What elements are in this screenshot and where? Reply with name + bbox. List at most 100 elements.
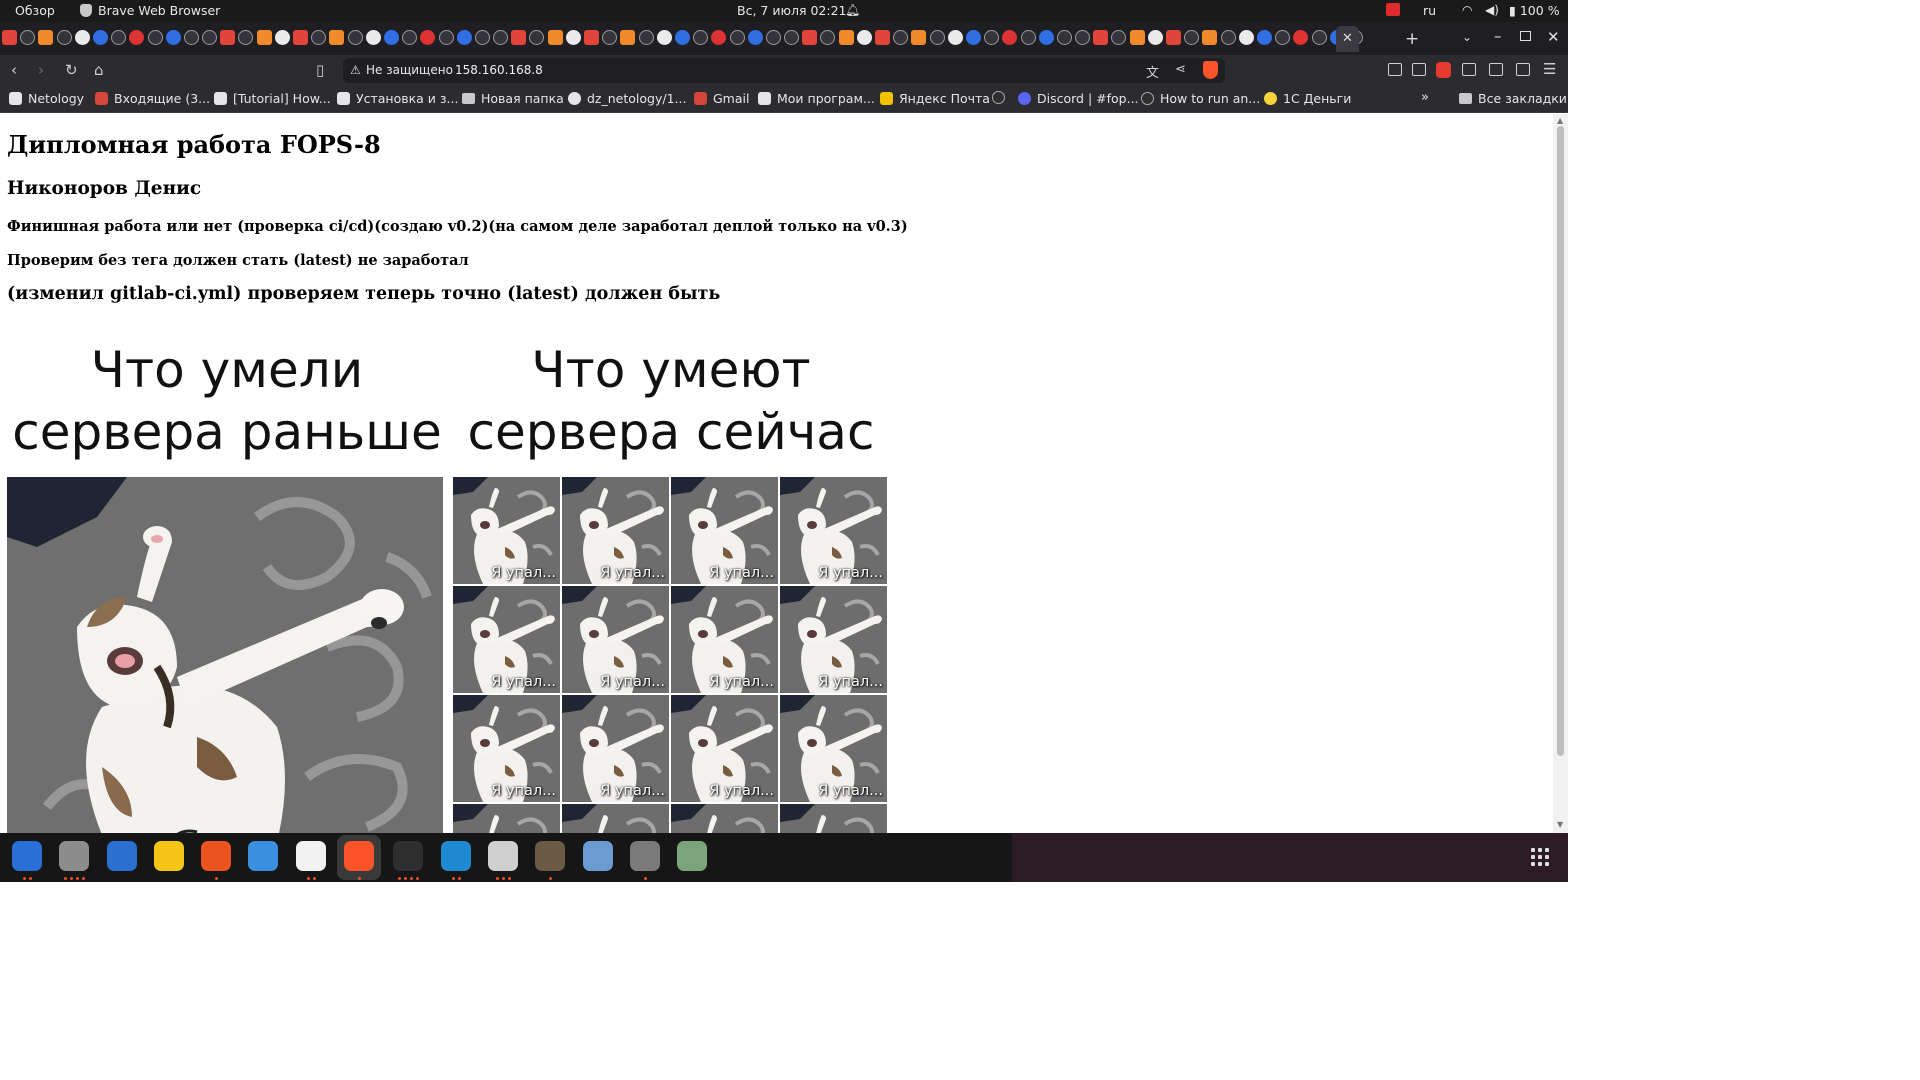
tab-favicon-icon[interactable] — [674, 30, 690, 45]
rhythmbox-icon[interactable] — [154, 841, 184, 871]
tab-favicon-icon[interactable] — [838, 30, 854, 45]
tab-favicon-icon[interactable] — [1111, 30, 1127, 45]
brave-icon[interactable] — [344, 841, 374, 871]
menu-icon[interactable]: ☰ — [1543, 60, 1556, 78]
share-icon[interactable]: ⋖ — [1175, 62, 1186, 77]
more-bookmarks-icon[interactable]: » — [1421, 90, 1429, 105]
wifi-icon[interactable]: ◠ — [1462, 3, 1472, 17]
home-icon[interactable]: ⌂ — [94, 61, 104, 79]
page-scrollbar[interactable]: ▲ ▼ — [1553, 114, 1568, 833]
tab-favicon-icon[interactable] — [347, 30, 363, 45]
tab-favicon-icon[interactable] — [402, 30, 418, 45]
bookmark-netology[interactable]: Netology — [9, 91, 84, 106]
tab-favicon-icon[interactable] — [329, 30, 345, 45]
tab-favicon-icon[interactable] — [74, 30, 90, 45]
text-editor-icon[interactable] — [296, 841, 326, 871]
tab-favicon-icon[interactable] — [20, 30, 36, 45]
close-tab-icon[interactable]: ✕ — [1342, 31, 1353, 46]
bookmark-yandex-mail[interactable]: Яндекс Почта — [880, 91, 990, 106]
tab-favicon-icon[interactable] — [565, 30, 581, 45]
screen-record-icon[interactable] — [1386, 3, 1400, 16]
tab-favicon-icon[interactable] — [474, 30, 490, 45]
battery-indicator[interactable]: ▮ 100 % — [1509, 3, 1560, 18]
scrollbar-thumb[interactable] — [1557, 126, 1564, 756]
bookmark-install[interactable]: Установка и з... — [337, 91, 458, 106]
tab-favicon-icon[interactable] — [965, 30, 981, 45]
media-icon[interactable] — [1388, 63, 1402, 76]
translate-extension-icon[interactable] — [1412, 63, 1426, 76]
tab-favicon-icon[interactable] — [220, 30, 236, 45]
tab-favicon-icon[interactable] — [2, 30, 17, 45]
tab-favicon-icon[interactable] — [92, 30, 108, 45]
ssd-drive-icon[interactable] — [630, 841, 660, 871]
bookmark-globe[interactable] — [992, 91, 1011, 104]
reload-icon[interactable]: ↻ — [65, 61, 78, 79]
tab-favicon-icon[interactable] — [893, 30, 909, 45]
tab-favicon-icon[interactable] — [238, 30, 254, 45]
close-window-icon[interactable]: ✕ — [1547, 28, 1560, 46]
tab-favicon-icon[interactable] — [784, 30, 800, 45]
tab-favicon-icon[interactable] — [620, 30, 636, 45]
notification-bell-icon[interactable]: 🔔︎ — [845, 3, 860, 17]
tab-favicon-icon[interactable] — [820, 30, 836, 45]
tab-favicon-icon[interactable] — [929, 30, 945, 45]
sidebar-icon[interactable] — [1489, 63, 1503, 76]
tab-favicon-icon[interactable] — [1220, 30, 1236, 45]
virtualbox-icon[interactable] — [583, 841, 613, 871]
tab-favicon-icon[interactable] — [1075, 30, 1091, 45]
tab-favicon-icon[interactable] — [147, 30, 163, 45]
tab-favicon-icon[interactable] — [729, 30, 745, 45]
tab-favicon-icon[interactable] — [165, 30, 181, 45]
bookmark-my-programs[interactable]: Мои програм... — [758, 91, 875, 106]
libreoffice-writer-icon[interactable] — [107, 841, 137, 871]
tab-favicon-icon[interactable] — [1056, 30, 1072, 45]
tab-favicon-icon[interactable] — [765, 30, 781, 45]
active-tab[interactable]: ✕ — [1336, 26, 1359, 52]
bookmark-page-icon[interactable]: ▯ — [316, 61, 324, 79]
help-icon[interactable] — [248, 841, 278, 871]
tab-favicon-icon[interactable] — [602, 30, 618, 45]
tab-favicon-icon[interactable] — [693, 30, 709, 45]
tab-favicon-icon[interactable] — [1184, 30, 1200, 45]
tab-favicon-icon[interactable] — [365, 30, 381, 45]
terminal-icon[interactable] — [393, 841, 423, 871]
tab-favicon-icon[interactable] — [274, 30, 290, 45]
tab-favicon-icon[interactable] — [1275, 30, 1291, 45]
app-center-icon[interactable] — [201, 841, 231, 871]
tab-favicon-icon[interactable] — [456, 30, 472, 45]
clock[interactable]: Вс, 7 июля 02:21 — [737, 3, 846, 18]
brave-shields-icon[interactable] — [1203, 61, 1218, 79]
tab-favicon-icon[interactable] — [383, 30, 399, 45]
minimize-icon[interactable]: – — [1494, 27, 1502, 45]
vscode-icon[interactable] — [441, 841, 471, 871]
forward-arrow-icon[interactable]: › — [38, 61, 44, 79]
bookmark-dz-netology[interactable]: dz_netology/1... — [568, 91, 686, 106]
tab-favicon-icon[interactable] — [1238, 30, 1254, 45]
tab-favicon-icon[interactable] — [1038, 30, 1054, 45]
tab-favicon-icon[interactable] — [420, 30, 436, 45]
tab-favicon-icon[interactable] — [311, 30, 327, 45]
tab-favicon-icon[interactable] — [511, 30, 527, 45]
tab-favicon-icon[interactable] — [1202, 30, 1218, 45]
bookmark-discord[interactable]: Discord | #fop... — [1018, 91, 1139, 106]
bookmark-1c-money[interactable]: 1С Деньги — [1264, 91, 1351, 106]
tab-list-chevron-icon[interactable]: ⌄ — [1462, 30, 1472, 44]
trash-icon[interactable] — [677, 841, 707, 871]
tab-favicon-icon[interactable] — [1093, 30, 1109, 45]
tab-favicon-icon[interactable] — [1002, 30, 1018, 45]
volume-icon[interactable]: ◀︎) — [1485, 3, 1499, 17]
tab-favicon-icon[interactable] — [638, 30, 654, 45]
extensions-icon[interactable] — [1462, 63, 1476, 76]
keyboard-layout[interactable]: ru — [1423, 3, 1436, 18]
all-bookmarks[interactable]: Все закладки — [1459, 91, 1567, 106]
tab-favicon-icon[interactable] — [1293, 30, 1309, 45]
tab-favicon-icon[interactable] — [584, 30, 599, 45]
tab-favicon-icon[interactable] — [875, 30, 890, 45]
tab-favicon-icon[interactable] — [1129, 30, 1145, 45]
tab-favicon-icon[interactable] — [183, 30, 199, 45]
bookmark-inbox[interactable]: Входящие (3... — [95, 91, 210, 106]
new-tab-button[interactable]: + — [1405, 29, 1419, 49]
app-menu[interactable]: Brave Web Browser — [80, 3, 220, 18]
tab-favicon-icon[interactable] — [438, 30, 454, 45]
thunderbird-icon[interactable] — [12, 841, 42, 871]
